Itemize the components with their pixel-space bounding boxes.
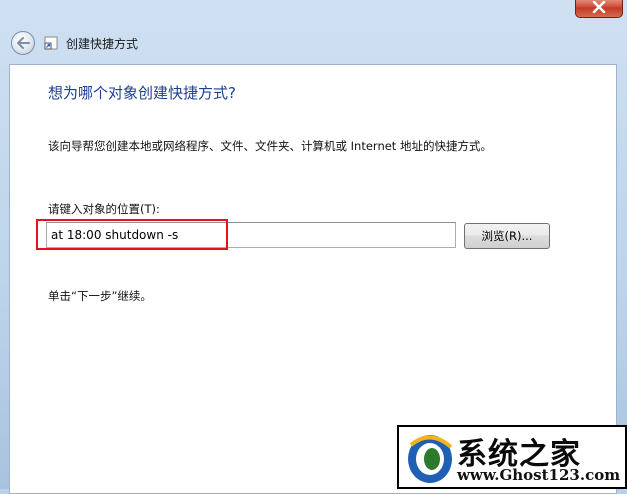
window-title: 创建快捷方式: [66, 37, 139, 51]
close-button[interactable]: [575, 0, 623, 18]
site-logo-icon: [408, 435, 453, 483]
shortcut-icon: [44, 36, 58, 50]
browse-button[interactable]: 浏览(R)...: [464, 223, 550, 249]
close-icon: [592, 1, 606, 13]
next-step-hint: 单击“下一步”继续。: [48, 289, 152, 303]
wizard-heading: 想为哪个对象创建快捷方式?: [48, 84, 236, 102]
watermark-logo: 系统之家 www.Ghost123.com: [397, 425, 627, 489]
wizard-description: 该向导帮您创建本地或网络程序、文件、文件夹、计算机或 Internet 地址的快…: [48, 139, 492, 153]
location-input[interactable]: [46, 222, 456, 248]
watermark-url: www.Ghost123.com: [457, 466, 621, 484]
back-arrow-icon: [17, 37, 30, 49]
back-button[interactable]: [11, 31, 35, 55]
location-label: 请键入对象的位置(T):: [48, 202, 160, 216]
